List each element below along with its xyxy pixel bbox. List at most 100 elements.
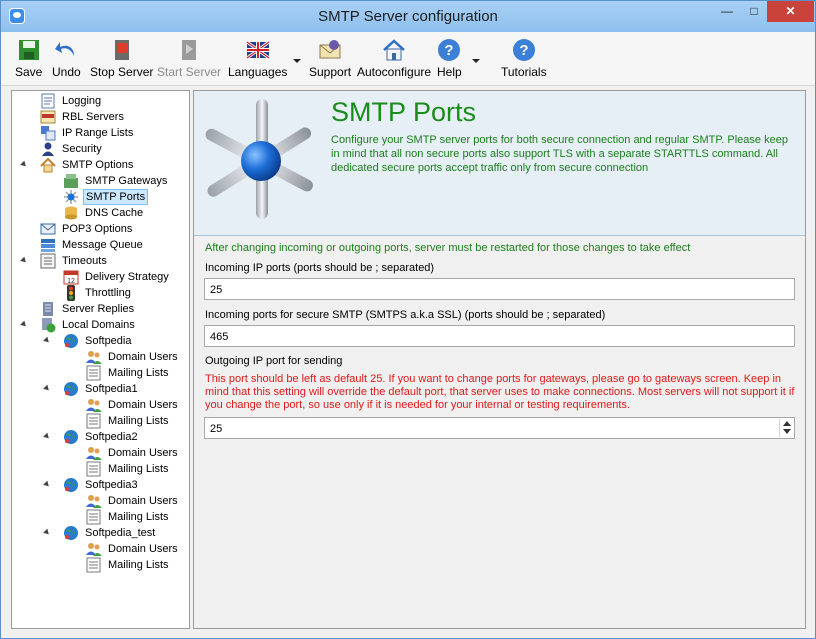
start-server-icon xyxy=(182,40,197,60)
expand-arrow-icon[interactable] xyxy=(43,432,51,441)
close-button[interactable]: ✕ xyxy=(767,1,814,22)
ports-hub-graphic-icon xyxy=(205,99,313,219)
tree-item-label: SMTP Gateways xyxy=(85,175,168,187)
tree-item-label: Mailing Lists xyxy=(108,463,169,475)
house-icon xyxy=(383,39,405,61)
tree-item-label: Mailing Lists xyxy=(108,511,169,523)
incoming-ports-input[interactable]: 25 xyxy=(204,278,795,300)
expand-arrow-icon[interactable] xyxy=(20,256,28,265)
tree-item-label: Domain Users xyxy=(108,447,178,459)
mailing-list-icon xyxy=(86,557,101,573)
outgoing-port-warning: This port should be left as default 25. … xyxy=(205,373,795,411)
expand-arrow-icon[interactable] xyxy=(43,384,51,393)
languages-label: Languages xyxy=(228,65,288,79)
support-label: Support xyxy=(309,65,352,79)
secure-ports-input[interactable]: 465 xyxy=(204,325,795,347)
undo-button[interactable]: Undo xyxy=(52,38,81,79)
local-domains-icon xyxy=(42,318,56,333)
tutorials-button[interactable]: ? Tutorials xyxy=(501,38,547,79)
users-icon xyxy=(86,543,102,556)
page-description: Configure your SMTP server ports for bot… xyxy=(331,134,788,174)
svg-text:?: ? xyxy=(445,42,454,59)
outgoing-port-value: 25 xyxy=(210,423,223,435)
tree-item-label: Softpedia xyxy=(85,335,132,347)
content-panel: SMTP Ports Configure your SMTP server po… xyxy=(193,90,806,629)
page-title: SMTP Ports xyxy=(331,97,477,127)
languages-button[interactable]: Languages xyxy=(228,38,287,79)
minimize-button[interactable]: — xyxy=(713,1,741,22)
save-button[interactable]: Save xyxy=(15,38,42,79)
help-button[interactable]: ? Help xyxy=(437,38,462,79)
outgoing-port-label: Outgoing IP port for sending xyxy=(205,355,343,367)
ip-range-icon xyxy=(41,126,56,141)
stop-server-button[interactable]: Stop Server xyxy=(90,38,153,79)
users-icon xyxy=(86,495,102,508)
traffic-light-icon xyxy=(67,285,75,301)
expand-arrow-icon[interactable] xyxy=(20,160,28,169)
pop3-options-icon xyxy=(40,223,56,235)
tree-item-label: Mailing Lists xyxy=(108,415,169,427)
globe-icon xyxy=(64,478,78,492)
spin-buttons[interactable] xyxy=(779,419,793,437)
save-label: Save xyxy=(15,65,43,79)
window-title: SMTP Server configuration xyxy=(318,8,498,25)
mailing-list-icon xyxy=(86,365,101,381)
navigation-tree: Logging RBL Servers IP Range Lists Secur… xyxy=(11,90,190,629)
tree-item-label: Mailing Lists xyxy=(108,367,169,379)
globe-icon xyxy=(64,382,78,396)
app-window: SMTP Server configuration — □ ✕ Save Und… xyxy=(0,0,816,639)
support-envelope-icon xyxy=(319,40,341,59)
timeouts-icon xyxy=(40,253,56,269)
svg-text:?: ? xyxy=(519,42,528,59)
ports-hub-icon xyxy=(64,190,78,204)
start-server-button[interactable]: Start Server xyxy=(157,38,221,79)
mailing-list-icon xyxy=(86,413,101,429)
tree-item-label: Domain Users xyxy=(108,543,178,555)
save-icon xyxy=(18,40,39,60)
expand-arrow-icon[interactable] xyxy=(43,336,51,345)
languages-dropdown-arrow[interactable] xyxy=(293,59,301,63)
help-label: Help xyxy=(437,65,462,79)
tree-item-label: DNS Cache xyxy=(85,207,144,219)
restart-note: After changing incoming or outgoing port… xyxy=(205,242,691,254)
globe-icon xyxy=(64,430,78,444)
tree-item-label: Domain Users xyxy=(108,399,178,411)
undo-icon xyxy=(55,42,75,56)
tree-item-label: Softpedia1 xyxy=(85,383,138,395)
tree-item-label: POP3 Options xyxy=(62,223,133,235)
globe-icon xyxy=(64,526,78,540)
start-server-label: Start Server xyxy=(157,65,222,79)
toolbar: Save Undo Stop Server Start Server Langu… xyxy=(1,32,815,86)
spin-up-icon[interactable] xyxy=(783,421,791,426)
tree-item-label: Message Queue xyxy=(62,239,143,251)
tree-item-label: SMTP Ports xyxy=(83,189,149,205)
tree-item-label: Domain Users xyxy=(108,351,178,363)
tree-item-label: SMTP Options xyxy=(62,159,134,171)
autoconfigure-button[interactable]: Autoconfigure xyxy=(357,38,431,79)
outgoing-port-stepper[interactable]: 25 xyxy=(204,417,795,439)
stop-server-label: Stop Server xyxy=(90,65,154,79)
users-icon xyxy=(86,351,102,364)
help-dropdown-arrow[interactable] xyxy=(472,59,480,63)
tree-item-label: Timeouts xyxy=(62,255,107,267)
tree-item-label: Logging xyxy=(62,95,102,107)
globe-icon xyxy=(64,334,78,348)
undo-label: Undo xyxy=(52,65,81,79)
tree-item-label: Delivery Strategy xyxy=(85,271,169,283)
secure-ports-label: Incoming ports for secure SMTP (SMTPS a.… xyxy=(205,309,606,321)
spin-down-icon[interactable] xyxy=(783,429,791,434)
tree-item-label: Softpedia2 xyxy=(85,431,138,443)
svg-text:12: 12 xyxy=(67,278,75,285)
security-person-icon xyxy=(42,142,54,156)
support-button[interactable]: Support xyxy=(309,38,351,79)
tree-item-label: Throttling xyxy=(85,287,131,299)
expand-arrow-icon[interactable] xyxy=(43,480,51,489)
maximize-button[interactable]: □ xyxy=(741,1,767,22)
tree-item-label: Domain Users xyxy=(108,495,178,507)
users-icon xyxy=(86,447,102,460)
tree-item-label: Mailing Lists xyxy=(108,559,169,571)
expand-arrow-icon[interactable] xyxy=(20,320,28,329)
autoconfigure-label: Autoconfigure xyxy=(357,65,432,79)
expand-arrow-icon[interactable] xyxy=(43,528,51,537)
smtp-options-icon xyxy=(40,157,56,173)
